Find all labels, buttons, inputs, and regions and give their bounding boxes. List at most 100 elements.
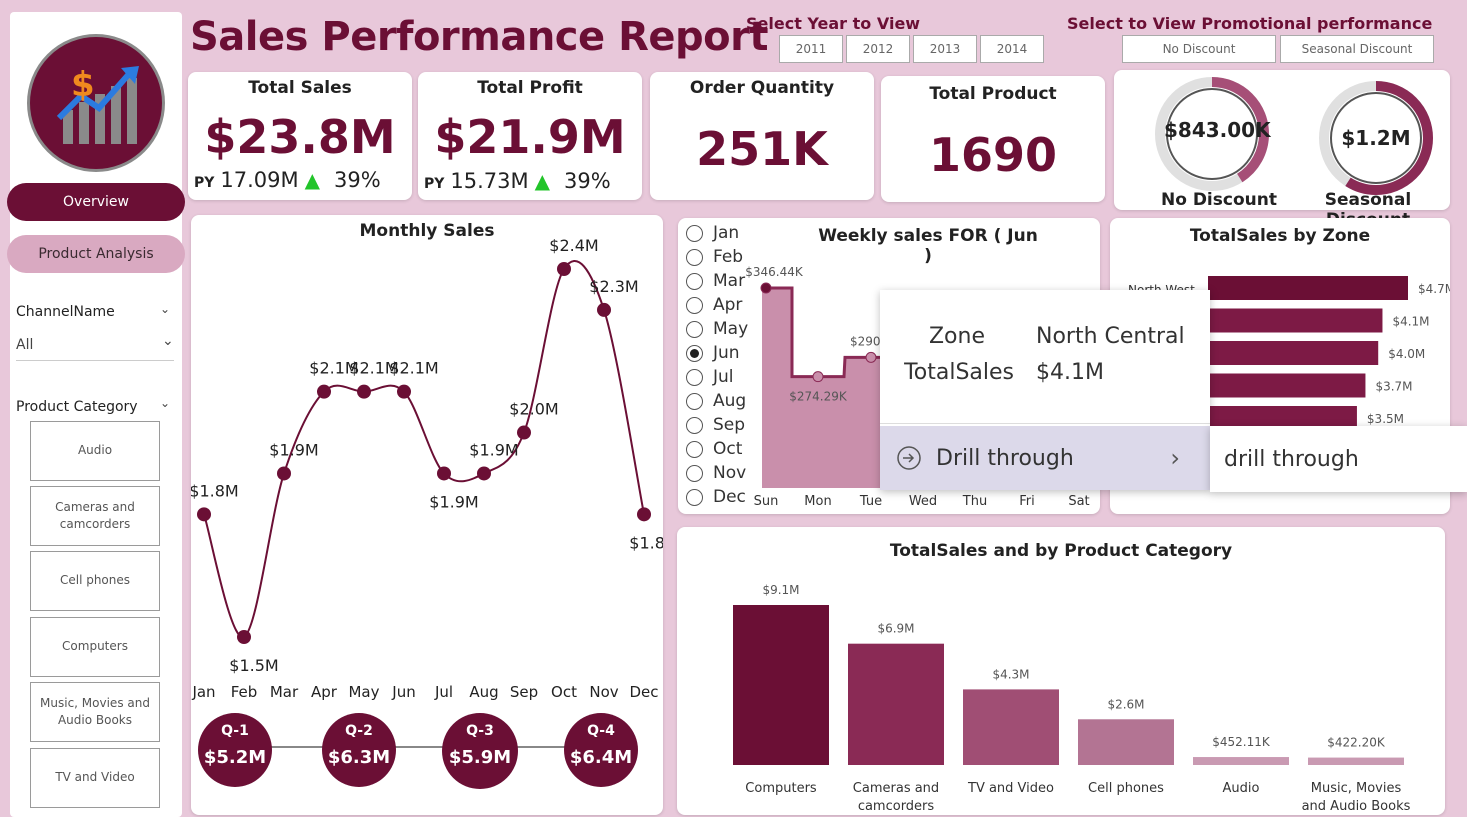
- data-point: [517, 425, 531, 440]
- data-point: [812, 371, 824, 383]
- category-button-cell-phones[interactable]: Cell phones: [30, 551, 160, 611]
- kpi-card-total-profit: Total Profit $21.9M PY 15.73M ▲ 39%: [418, 72, 642, 200]
- year-button-2013[interactable]: 2013: [913, 35, 977, 63]
- svg-text:$: $: [71, 65, 95, 105]
- kpi-value: 1690: [928, 128, 1058, 182]
- data-label: $3.7M: [1375, 380, 1412, 394]
- kpi-card-total-sales: Total Sales $23.8M PY 17.09M ▲ 39%: [188, 72, 412, 200]
- drill-through-icon: [897, 446, 921, 470]
- x-tick-label: and Audio Books: [1302, 799, 1411, 814]
- x-tick-label: Feb: [231, 683, 258, 701]
- category-button-audio[interactable]: Audio: [30, 421, 160, 481]
- x-tick-label: Tue: [859, 494, 882, 509]
- zone-bar: [1208, 308, 1383, 333]
- quarter-badge-q4[interactable]: Q-4 $6.4M: [564, 713, 638, 787]
- data-label: $1.5M: [229, 656, 278, 675]
- category-button-music[interactable]: Music, Movies and Audio Books: [30, 682, 160, 742]
- x-tick-label: Cameras and: [853, 781, 939, 796]
- quarter-value: $6.3M: [327, 747, 391, 768]
- year-button-2011[interactable]: 2011: [779, 35, 843, 63]
- data-label: $9.1M: [762, 583, 799, 597]
- py-label: PY: [424, 176, 445, 192]
- zone-bar: [1208, 373, 1366, 398]
- x-tick-label: Mar: [270, 683, 299, 701]
- tooltip-zone-key: Zone: [928, 324, 985, 349]
- x-tick-label: May: [348, 683, 379, 701]
- category-button-cameras[interactable]: Cameras and camcorders: [30, 486, 160, 546]
- promo-button-seasonal-discount[interactable]: Seasonal Discount: [1280, 35, 1434, 63]
- kpi-py-row: PY 17.09M ▲ 39%: [194, 168, 381, 192]
- data-label: $274.29K: [789, 390, 848, 404]
- x-tick-label: Jul: [434, 683, 453, 701]
- monthly-sales-card: Monthly Sales $1.8M Jan $1.5M Feb $1.9M Mar $2…: [191, 215, 663, 815]
- kpi-value: 251K: [696, 122, 828, 176]
- category-bar: [1078, 719, 1174, 765]
- x-tick-label: Oct: [551, 683, 577, 701]
- kpi-card-total-product: Total Product 1690: [881, 76, 1105, 202]
- data-label: $1.9M: [469, 440, 518, 459]
- tooltip-sales-value: $4.1M: [1036, 360, 1104, 385]
- chevron-down-icon: ⌄: [162, 333, 174, 349]
- nav-product-analysis[interactable]: Product Analysis: [7, 235, 185, 273]
- data-point: [437, 466, 451, 481]
- x-tick-label: Aug: [469, 683, 498, 701]
- kpi-title: Total Product: [929, 84, 1057, 104]
- data-label: $1.8M: [629, 533, 663, 552]
- quarter-badge-q1[interactable]: Q-1 $5.2M: [198, 713, 272, 787]
- data-label: $346.44K: [745, 265, 804, 279]
- x-tick-label: Nov: [589, 683, 618, 701]
- promo-gauges-card: $843.00K No Discount $1.2M Seasonal Disc…: [1114, 70, 1450, 230]
- up-arrow-icon: ▲: [534, 169, 551, 193]
- pct-change: 39%: [334, 168, 381, 192]
- zone-bar: [1208, 276, 1408, 300]
- promo-button-no-discount[interactable]: No Discount: [1122, 35, 1276, 63]
- data-label: $4.7M: [1418, 282, 1450, 296]
- tooltip-zone-value: North Central: [1036, 324, 1185, 349]
- nav-overview[interactable]: Overview: [7, 183, 185, 221]
- kpi-value: $23.8M: [204, 110, 396, 164]
- category-button-computers[interactable]: Computers: [30, 617, 160, 677]
- data-point: [317, 384, 331, 399]
- category-button-tv-video[interactable]: TV and Video: [30, 748, 160, 808]
- drill-through-submenu[interactable]: drill through: [1210, 426, 1467, 492]
- data-point: [397, 384, 411, 399]
- kpi-value: $21.9M: [434, 110, 626, 164]
- data-label: $4.1M: [1392, 315, 1429, 329]
- data-label: $4.3M: [992, 667, 1029, 681]
- data-label: $2.0M: [509, 400, 558, 419]
- x-tick-label: TV and Video: [967, 781, 1054, 796]
- data-label: $422.20K: [1327, 736, 1386, 750]
- channel-dropdown-value: All: [16, 337, 34, 353]
- data-label: $2.6M: [1107, 697, 1144, 711]
- data-label: $1.8M: [191, 481, 239, 500]
- quarter-badge-q2[interactable]: Q-2 $6.3M: [322, 713, 396, 787]
- data-point: [597, 302, 611, 317]
- x-tick-label: Wed: [909, 494, 937, 509]
- drill-through-menu-item[interactable]: Drill through ›: [880, 426, 1210, 490]
- category-slicer-title: Product Category: [16, 399, 138, 415]
- logo: $: [27, 34, 165, 172]
- py-label: PY: [194, 175, 215, 191]
- data-label: $3.5M: [1367, 412, 1404, 426]
- category-sales-card: TotalSales and by Product Category $9.1M…: [677, 527, 1445, 815]
- data-point: [637, 507, 651, 522]
- growth-chart-icon: $: [56, 65, 139, 144]
- chevron-down-icon[interactable]: ⌄: [160, 302, 170, 316]
- kpi-card-order-quantity: Order Quantity 251K: [650, 72, 874, 200]
- x-tick-label: Dec: [629, 683, 658, 701]
- data-label: $2.4M: [549, 236, 598, 255]
- data-label: $1.9M: [269, 440, 318, 459]
- chevron-down-icon[interactable]: ⌄: [160, 396, 170, 410]
- year-button-2014[interactable]: 2014: [980, 35, 1044, 63]
- year-button-2012[interactable]: 2012: [846, 35, 910, 63]
- kpi-title: Total Sales: [248, 78, 352, 98]
- channel-dropdown[interactable]: All ⌄: [16, 333, 174, 361]
- data-point: [197, 507, 211, 522]
- no-discount-label: No Discount: [1161, 190, 1277, 210]
- category-bar: [848, 643, 944, 765]
- quarter-badge-q3[interactable]: Q-3 $5.9M: [442, 713, 518, 789]
- category-bar: [733, 605, 829, 765]
- quarter-value: $5.2M: [203, 747, 267, 768]
- chevron-right-icon: ›: [1170, 444, 1180, 472]
- quarter-label: Q-3: [466, 723, 494, 739]
